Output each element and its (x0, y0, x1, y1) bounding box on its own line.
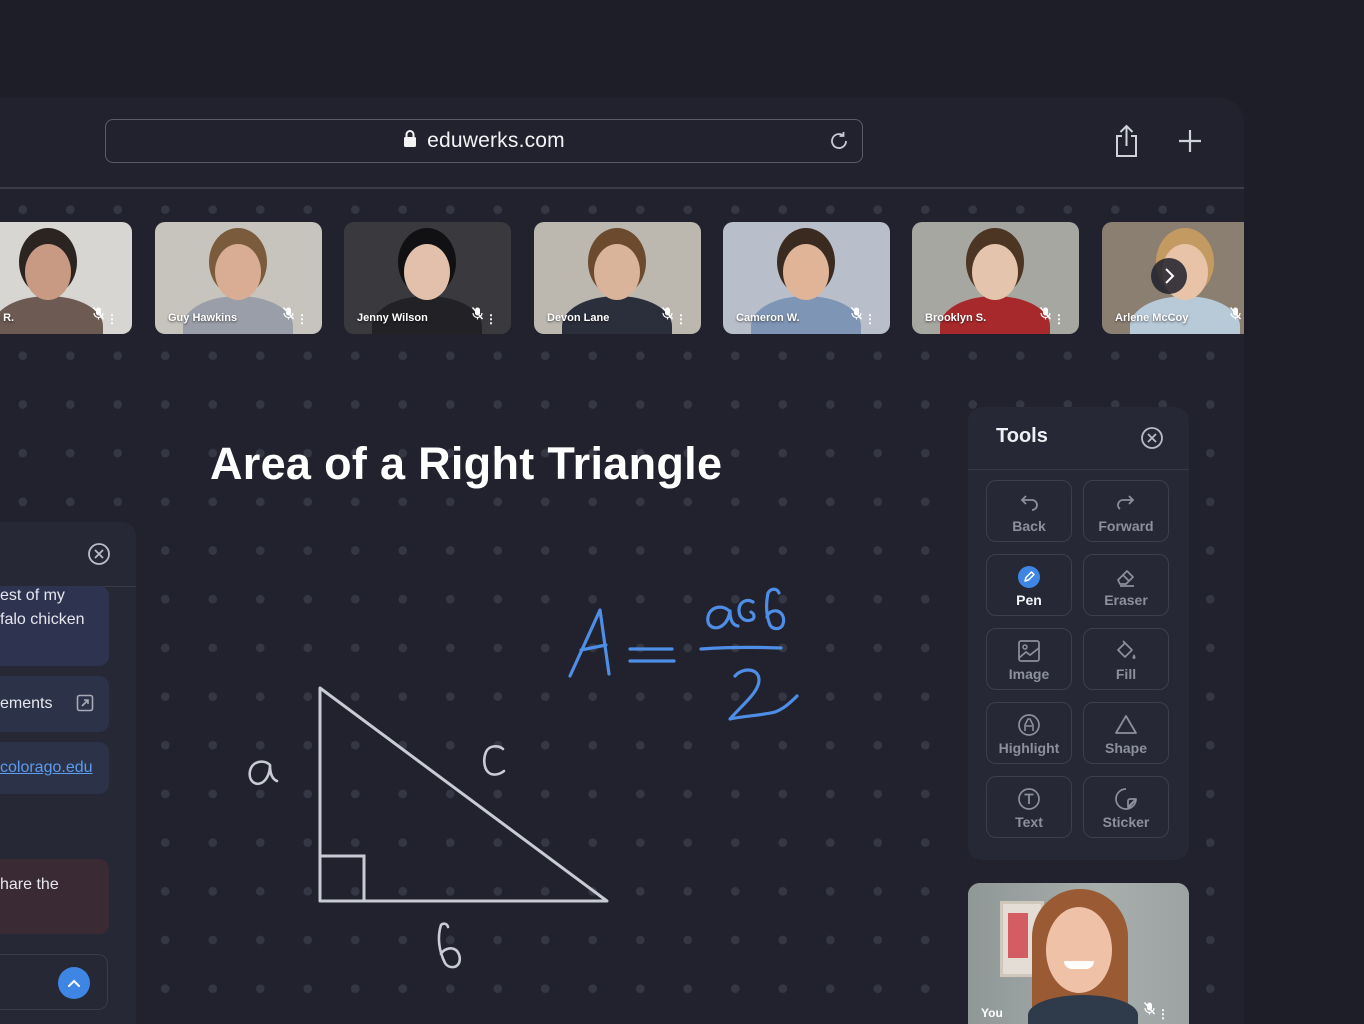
board-title[interactable]: Area of a Right Triangle (210, 438, 722, 490)
tool-text-button[interactable]: Text (986, 776, 1072, 838)
self-name: You (981, 1006, 1003, 1020)
chat-header (0, 522, 136, 587)
chat-message: hare the (0, 859, 109, 934)
tool-label: Shape (1104, 740, 1147, 756)
area-formula (568, 587, 799, 721)
tool-label: Back (1012, 518, 1046, 534)
tool-highlight-button[interactable]: Highlight (986, 702, 1072, 764)
chat-attachment[interactable]: ements (0, 676, 109, 732)
tool-label: Text (1015, 814, 1043, 830)
eraser-icon (1117, 570, 1134, 587)
chat-link[interactable]: colorago.edu (0, 742, 109, 794)
tool-label: Image (1008, 666, 1050, 682)
tool-label: Forward (1098, 518, 1154, 534)
chat-input[interactable] (0, 954, 108, 1010)
tool-shape-button[interactable]: Shape (1083, 702, 1169, 764)
tools-header: Tools (968, 407, 1189, 470)
tools-title: Tools (996, 425, 1048, 447)
sticker-icon (1115, 788, 1137, 810)
label-b (437, 922, 462, 969)
tool-label: Highlight (998, 740, 1060, 756)
expand-icon[interactable] (76, 694, 94, 720)
fill-icon (1117, 640, 1136, 659)
tool-back-button[interactable]: Back (986, 480, 1072, 542)
chevron-up-icon (68, 979, 80, 987)
tool-image-button[interactable]: Image (986, 628, 1072, 690)
tool-eraser-button[interactable]: Eraser (1083, 554, 1169, 616)
mic-muted-icon[interactable] (1143, 1002, 1156, 1020)
more-options-icon[interactable]: ⋮ (1157, 1007, 1169, 1021)
chat-panel: est of my falo chicken ements colorago.e… (0, 522, 136, 1024)
browser-window: eduwerks.com lene R.⋮Guy Hawkins⋮Jenny W… (0, 98, 1244, 1024)
chat-message-text: est of my falo chicken (0, 587, 85, 628)
self-video[interactable]: You ⋮ (968, 883, 1189, 1024)
close-tools-icon[interactable] (1140, 426, 1164, 455)
tool-forward-button[interactable]: Forward (1083, 480, 1169, 542)
tool-pen-button[interactable]: Pen (986, 554, 1072, 616)
highlight-icon (1018, 714, 1040, 736)
tool-sticker-button[interactable]: Sticker (1083, 776, 1169, 838)
shape-icon (1115, 715, 1137, 734)
tool-label: Fill (1115, 666, 1137, 682)
tool-fill-button[interactable]: Fill (1083, 628, 1169, 690)
tool-label: Pen (1016, 592, 1042, 608)
tool-label: Eraser (1104, 592, 1148, 608)
chat-message-text: hare the (0, 876, 59, 893)
close-chat-icon[interactable] (87, 542, 111, 571)
right-triangle (318, 686, 609, 903)
undo-icon (1020, 495, 1038, 511)
link-text[interactable]: colorago.edu (0, 756, 93, 780)
label-c (482, 745, 506, 776)
tools-panel: Tools Back Forward Pen Eraser Image Fill Highl… (968, 407, 1189, 860)
attachment-name: ements (0, 695, 53, 712)
label-a (248, 760, 279, 786)
send-button[interactable] (58, 967, 90, 999)
redo-icon (1117, 495, 1135, 510)
chat-message: est of my falo chicken (0, 586, 109, 666)
tool-label: Sticker (1102, 814, 1150, 830)
pen-icon (1018, 566, 1040, 588)
text-icon (1018, 788, 1040, 810)
image-icon (1018, 640, 1040, 662)
